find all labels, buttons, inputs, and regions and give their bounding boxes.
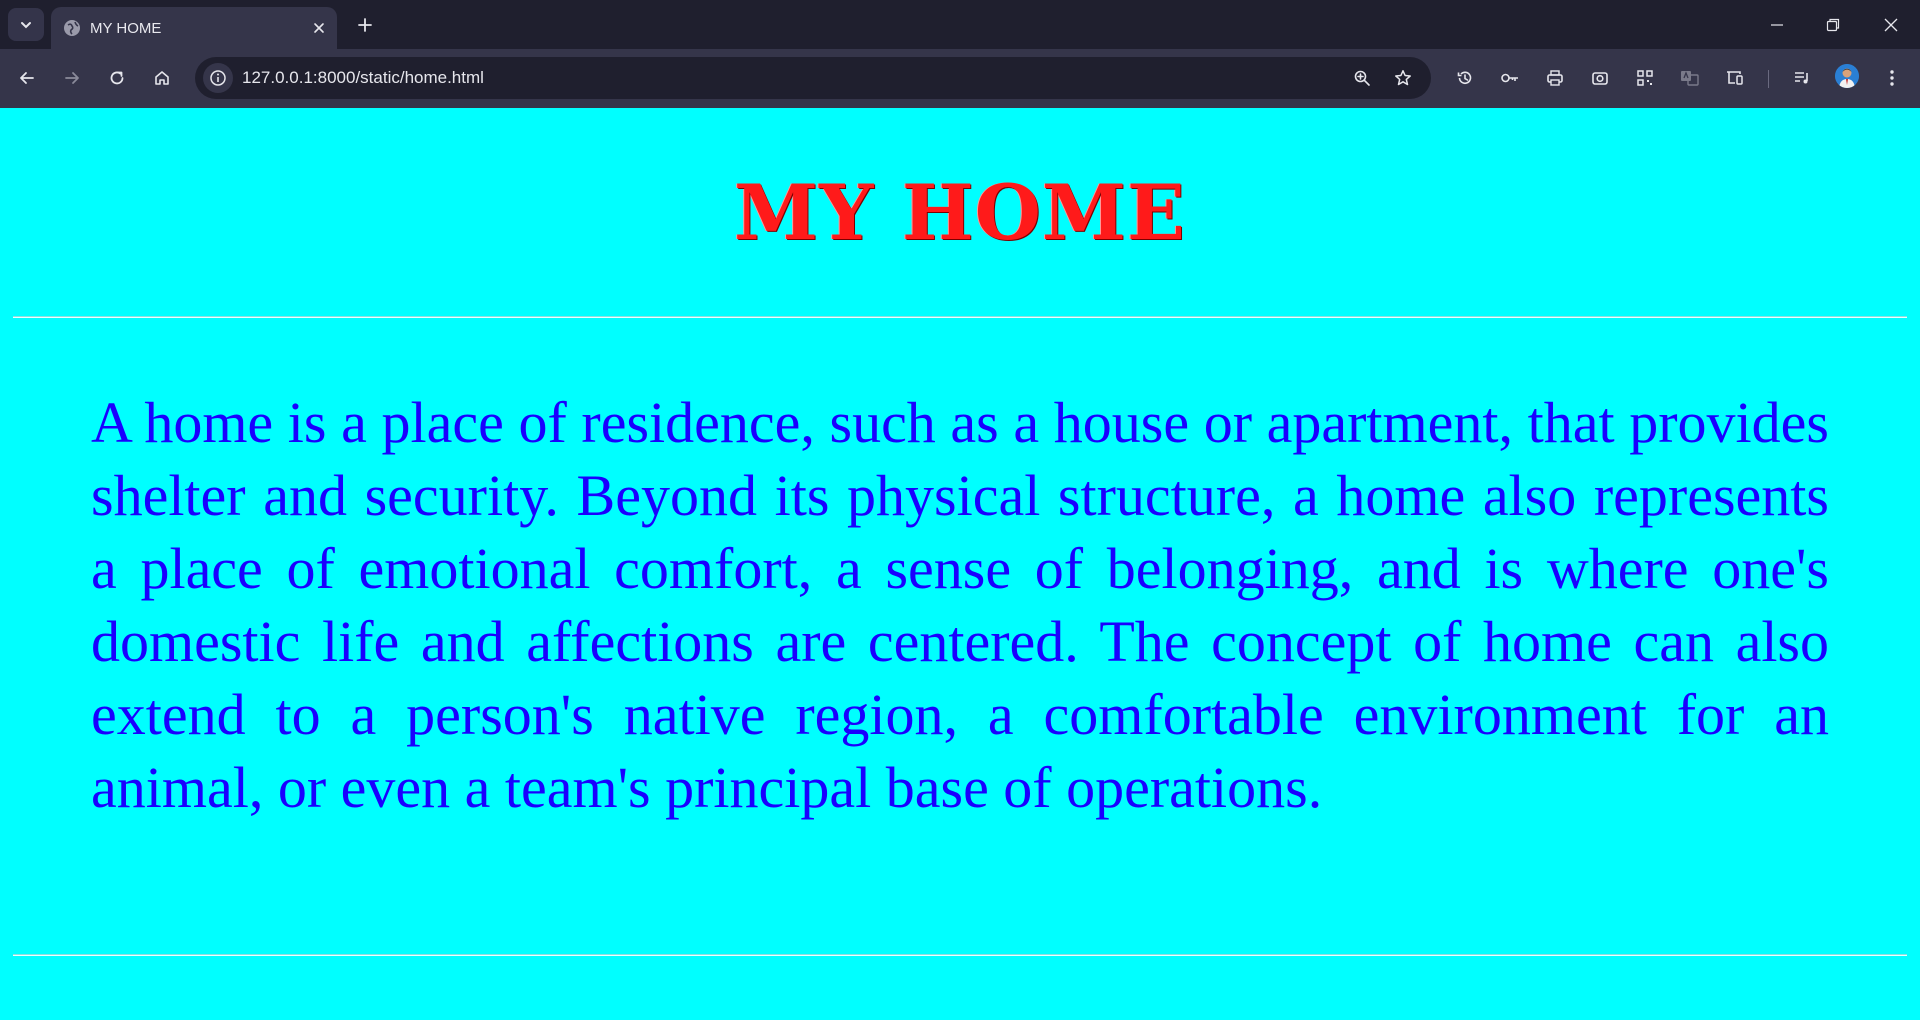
arrow-left-icon <box>20 72 34 84</box>
plus-icon <box>358 18 372 32</box>
page-title: MY HOME <box>734 168 1186 257</box>
close-window-button[interactable] <box>1876 10 1906 40</box>
chevron-down-icon <box>21 21 31 28</box>
globe-icon <box>64 20 80 36</box>
restore-icon <box>1826 18 1840 32</box>
playlist-icon <box>1795 72 1808 84</box>
restore-button[interactable] <box>1818 10 1848 40</box>
back-button[interactable] <box>12 63 42 93</box>
zoom-button[interactable] <box>1347 63 1377 93</box>
info-icon <box>210 70 226 86</box>
more-vertical-icon <box>1890 70 1894 86</box>
tab-search-button[interactable] <box>8 8 44 41</box>
page-viewport: MY HOME A home is a place of residence, … <box>0 108 1920 1020</box>
translate-button[interactable] <box>1675 63 1705 93</box>
home-button[interactable] <box>147 63 177 93</box>
url-text[interactable]: 127.0.0.1:8000/static/home.html <box>242 68 484 88</box>
avatar-icon <box>1835 64 1859 88</box>
devices-icon <box>1727 71 1743 85</box>
print-button[interactable] <box>1540 63 1570 93</box>
qr-code-icon <box>1637 70 1653 86</box>
translate-icon <box>1681 71 1699 86</box>
close-icon <box>1884 18 1898 32</box>
camera-icon <box>1592 72 1608 85</box>
forward-button[interactable] <box>57 63 87 93</box>
passwords-button[interactable] <box>1495 63 1525 93</box>
screenshot-button[interactable] <box>1585 63 1615 93</box>
reload-icon <box>110 71 124 85</box>
new-tab-button[interactable] <box>353 13 377 37</box>
key-icon <box>1501 73 1518 83</box>
printer-icon <box>1547 70 1563 86</box>
top-divider <box>13 316 1907 318</box>
history-icon <box>1457 71 1472 85</box>
address-bar[interactable]: 127.0.0.1:8000/static/home.html <box>195 57 1431 99</box>
tab-title: MY HOME <box>90 20 162 37</box>
home-icon <box>155 71 169 85</box>
bookmark-button[interactable] <box>1388 63 1418 93</box>
star-icon <box>1395 70 1411 86</box>
tab-close-button[interactable] <box>308 17 330 39</box>
profile-avatar[interactable] <box>1835 64 1859 88</box>
minimize-icon <box>1771 24 1783 26</box>
media-button[interactable] <box>1787 63 1817 93</box>
site-info-button[interactable] <box>203 63 233 93</box>
history-button[interactable] <box>1450 63 1480 93</box>
minimize-button[interactable] <box>1762 10 1792 40</box>
toolbar-separator <box>1768 70 1769 88</box>
qr-code-button[interactable] <box>1630 63 1660 93</box>
bottom-divider <box>13 954 1907 956</box>
tab-active[interactable]: MY HOME <box>51 7 337 49</box>
menu-button[interactable] <box>1877 63 1907 93</box>
browser-toolbar: 127.0.0.1:8000/static/home.html <box>0 49 1920 108</box>
tab-strip: MY HOME <box>0 0 1920 49</box>
close-icon <box>314 23 324 33</box>
reload-button[interactable] <box>102 63 132 93</box>
devices-button[interactable] <box>1720 63 1750 93</box>
home-description-paragraph: A home is a place of residence, such as … <box>91 390 1829 820</box>
zoom-in-icon <box>1354 70 1370 86</box>
arrow-right-icon <box>65 72 79 84</box>
